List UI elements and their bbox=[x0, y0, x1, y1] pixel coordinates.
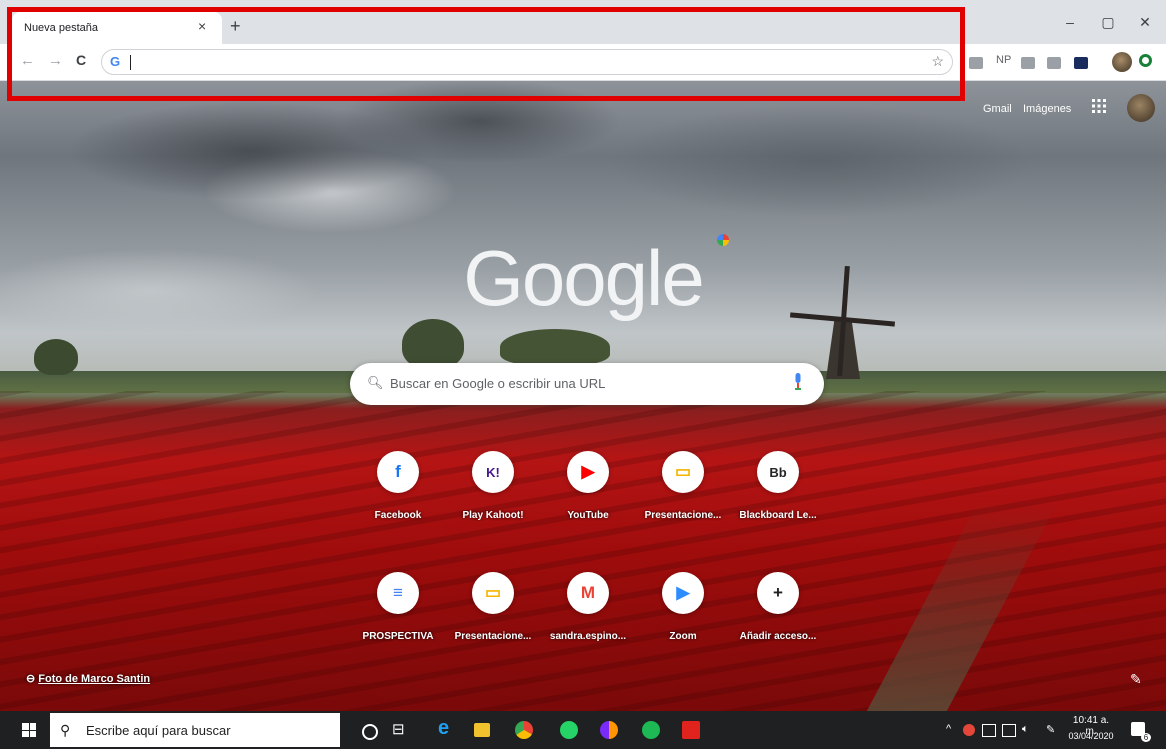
customize-pencil-icon[interactable]: ✎ bbox=[1130, 671, 1142, 688]
shortcut-label: Presentacione... bbox=[454, 631, 532, 642]
shortcut-label: YouTube bbox=[567, 510, 609, 521]
blackboard-icon: Bb bbox=[757, 451, 799, 493]
account-avatar[interactable] bbox=[1127, 94, 1155, 122]
shortcut-label: Presentacione... bbox=[644, 510, 722, 521]
slides-icon: ▭ bbox=[472, 572, 514, 614]
extension-icon[interactable] bbox=[1074, 57, 1088, 69]
kahoot-icon: K! bbox=[472, 451, 514, 493]
shortcut-tile[interactable]: K! Play Kahoot! bbox=[445, 451, 541, 521]
acrobat-icon[interactable] bbox=[682, 721, 700, 739]
tree bbox=[402, 319, 464, 369]
search-icon: 🔍︎ bbox=[367, 375, 384, 390]
facebook-icon: f bbox=[377, 451, 419, 493]
ntp-search-box[interactable]: 🔍︎ Buscar en Google o escribir una URL bbox=[350, 363, 824, 405]
tree bbox=[34, 339, 78, 375]
shortcut-glyph: ▶ bbox=[676, 583, 690, 602]
search-icon: ⚲ bbox=[60, 722, 71, 738]
file-explorer-icon[interactable] bbox=[474, 723, 490, 737]
spotify-icon[interactable] bbox=[642, 721, 660, 739]
shortcut-label: sandra.espino... bbox=[549, 631, 627, 642]
taskbar-search[interactable]: ⚲ Escribe aquí para buscar bbox=[50, 713, 340, 747]
shortcut-tile[interactable]: ▶ Zoom bbox=[635, 572, 731, 642]
shortcut-label: Facebook bbox=[374, 510, 422, 521]
shortcut-glyph: ▭ bbox=[674, 462, 692, 481]
extension-icon[interactable] bbox=[1047, 57, 1061, 69]
maximize-button[interactable]: ▢ bbox=[1093, 14, 1123, 31]
search-placeholder: Buscar en Google o escribir una URL bbox=[390, 376, 606, 391]
cortana-icon[interactable] bbox=[362, 724, 378, 740]
tray-caret-icon[interactable]: ^ bbox=[946, 723, 951, 735]
doodle-icon[interactable] bbox=[717, 234, 729, 246]
clock-date[interactable]: 03/04/2020 bbox=[1067, 731, 1115, 741]
shortcut-tile[interactable]: Msandra.espino... bbox=[540, 572, 636, 642]
extension-icon[interactable] bbox=[1021, 57, 1035, 69]
new-tab-page: Gmail Imágenes Google 🔍︎ Buscar en Googl… bbox=[0, 81, 1166, 711]
volume-icon[interactable]: 🔈︎ bbox=[1022, 723, 1029, 736]
network-icon[interactable] bbox=[1002, 724, 1016, 737]
windows-start-icon[interactable] bbox=[22, 723, 36, 737]
shortcut-glyph: ≡ bbox=[393, 583, 403, 602]
tray-monitor-icon[interactable] bbox=[982, 724, 996, 737]
close-window-button[interactable]: ✕ bbox=[1130, 14, 1160, 31]
shortcut-label: PROSPECTIVA bbox=[362, 631, 434, 642]
apps-grid-icon[interactable] bbox=[1092, 99, 1106, 113]
shortcut-tile[interactable]: + Añadir acceso... bbox=[730, 572, 826, 642]
tray-app-icon[interactable] bbox=[963, 724, 975, 736]
shortcut-tile[interactable]: ▭ Presentacione... bbox=[445, 572, 541, 642]
firefox-icon[interactable] bbox=[600, 721, 618, 739]
shortcut-tile[interactable]: Bb Blackboard Le... bbox=[730, 451, 826, 521]
whatsapp-icon[interactable] bbox=[560, 721, 578, 739]
shortcut-tile[interactable]: ▭ Presentacione... bbox=[635, 451, 731, 521]
minimize-button[interactable]: – bbox=[1055, 14, 1085, 30]
shortcut-glyph: K! bbox=[486, 464, 500, 480]
add-icon: + bbox=[757, 572, 799, 614]
shortcut-glyph: Bb bbox=[769, 464, 787, 480]
extension-np-icon[interactable]: NP bbox=[996, 54, 1011, 66]
zoom-icon: ▶ bbox=[662, 572, 704, 614]
shortcut-label: Play Kahoot! bbox=[462, 510, 524, 521]
link-icon: ⊖ bbox=[26, 673, 36, 685]
gmail-link[interactable]: Gmail bbox=[983, 103, 1012, 115]
images-link[interactable]: Imágenes bbox=[1023, 103, 1071, 115]
slides-icon: ▭ bbox=[662, 451, 704, 493]
tree bbox=[500, 329, 610, 365]
gmail-icon: M bbox=[567, 572, 609, 614]
windows-taskbar: ⚲ Escribe aquí para buscar ⊟ e ^ 🔈︎ ✎ 10… bbox=[0, 711, 1166, 749]
shortcut-glyph: M bbox=[580, 583, 596, 602]
highlight-box bbox=[7, 7, 965, 101]
shortcut-tile[interactable]: f Facebook bbox=[350, 451, 446, 521]
photo-credit[interactable]: ⊖ Foto de Marco Santin bbox=[26, 672, 150, 685]
photo-credit-link[interactable]: Foto de Marco Santin bbox=[38, 673, 150, 685]
shortcut-label: Blackboard Le... bbox=[739, 510, 817, 521]
youtube-icon: ▶ bbox=[567, 451, 609, 493]
shortcut-label: Añadir acceso... bbox=[739, 631, 817, 642]
shortcut-glyph: ▶ bbox=[581, 462, 595, 481]
shortcut-tile[interactable]: ▶ YouTube bbox=[540, 451, 636, 521]
edge-icon[interactable]: e bbox=[438, 717, 456, 739]
docs-icon: ≡ bbox=[377, 572, 419, 614]
extension-icon[interactable] bbox=[969, 57, 983, 69]
shortcut-label: Zoom bbox=[669, 631, 697, 642]
notification-count: 6 bbox=[1141, 733, 1151, 742]
google-logo: Google bbox=[463, 234, 705, 322]
shortcut-glyph: + bbox=[773, 583, 783, 602]
task-view-icon[interactable]: ⊟ bbox=[392, 720, 410, 738]
chrome-icon[interactable] bbox=[515, 721, 533, 739]
shortcut-glyph: f bbox=[395, 462, 401, 481]
extension-o-icon[interactable] bbox=[1139, 54, 1152, 67]
profile-avatar[interactable] bbox=[1112, 52, 1132, 72]
shortcut-glyph: ▭ bbox=[484, 583, 502, 602]
microphone-icon[interactable] bbox=[793, 373, 803, 391]
pen-icon[interactable]: ✎ bbox=[1046, 723, 1055, 736]
taskbar-search-placeholder: Escribe aquí para buscar bbox=[86, 723, 231, 738]
shortcut-tile[interactable]: ≡ PROSPECTIVA bbox=[350, 572, 446, 642]
